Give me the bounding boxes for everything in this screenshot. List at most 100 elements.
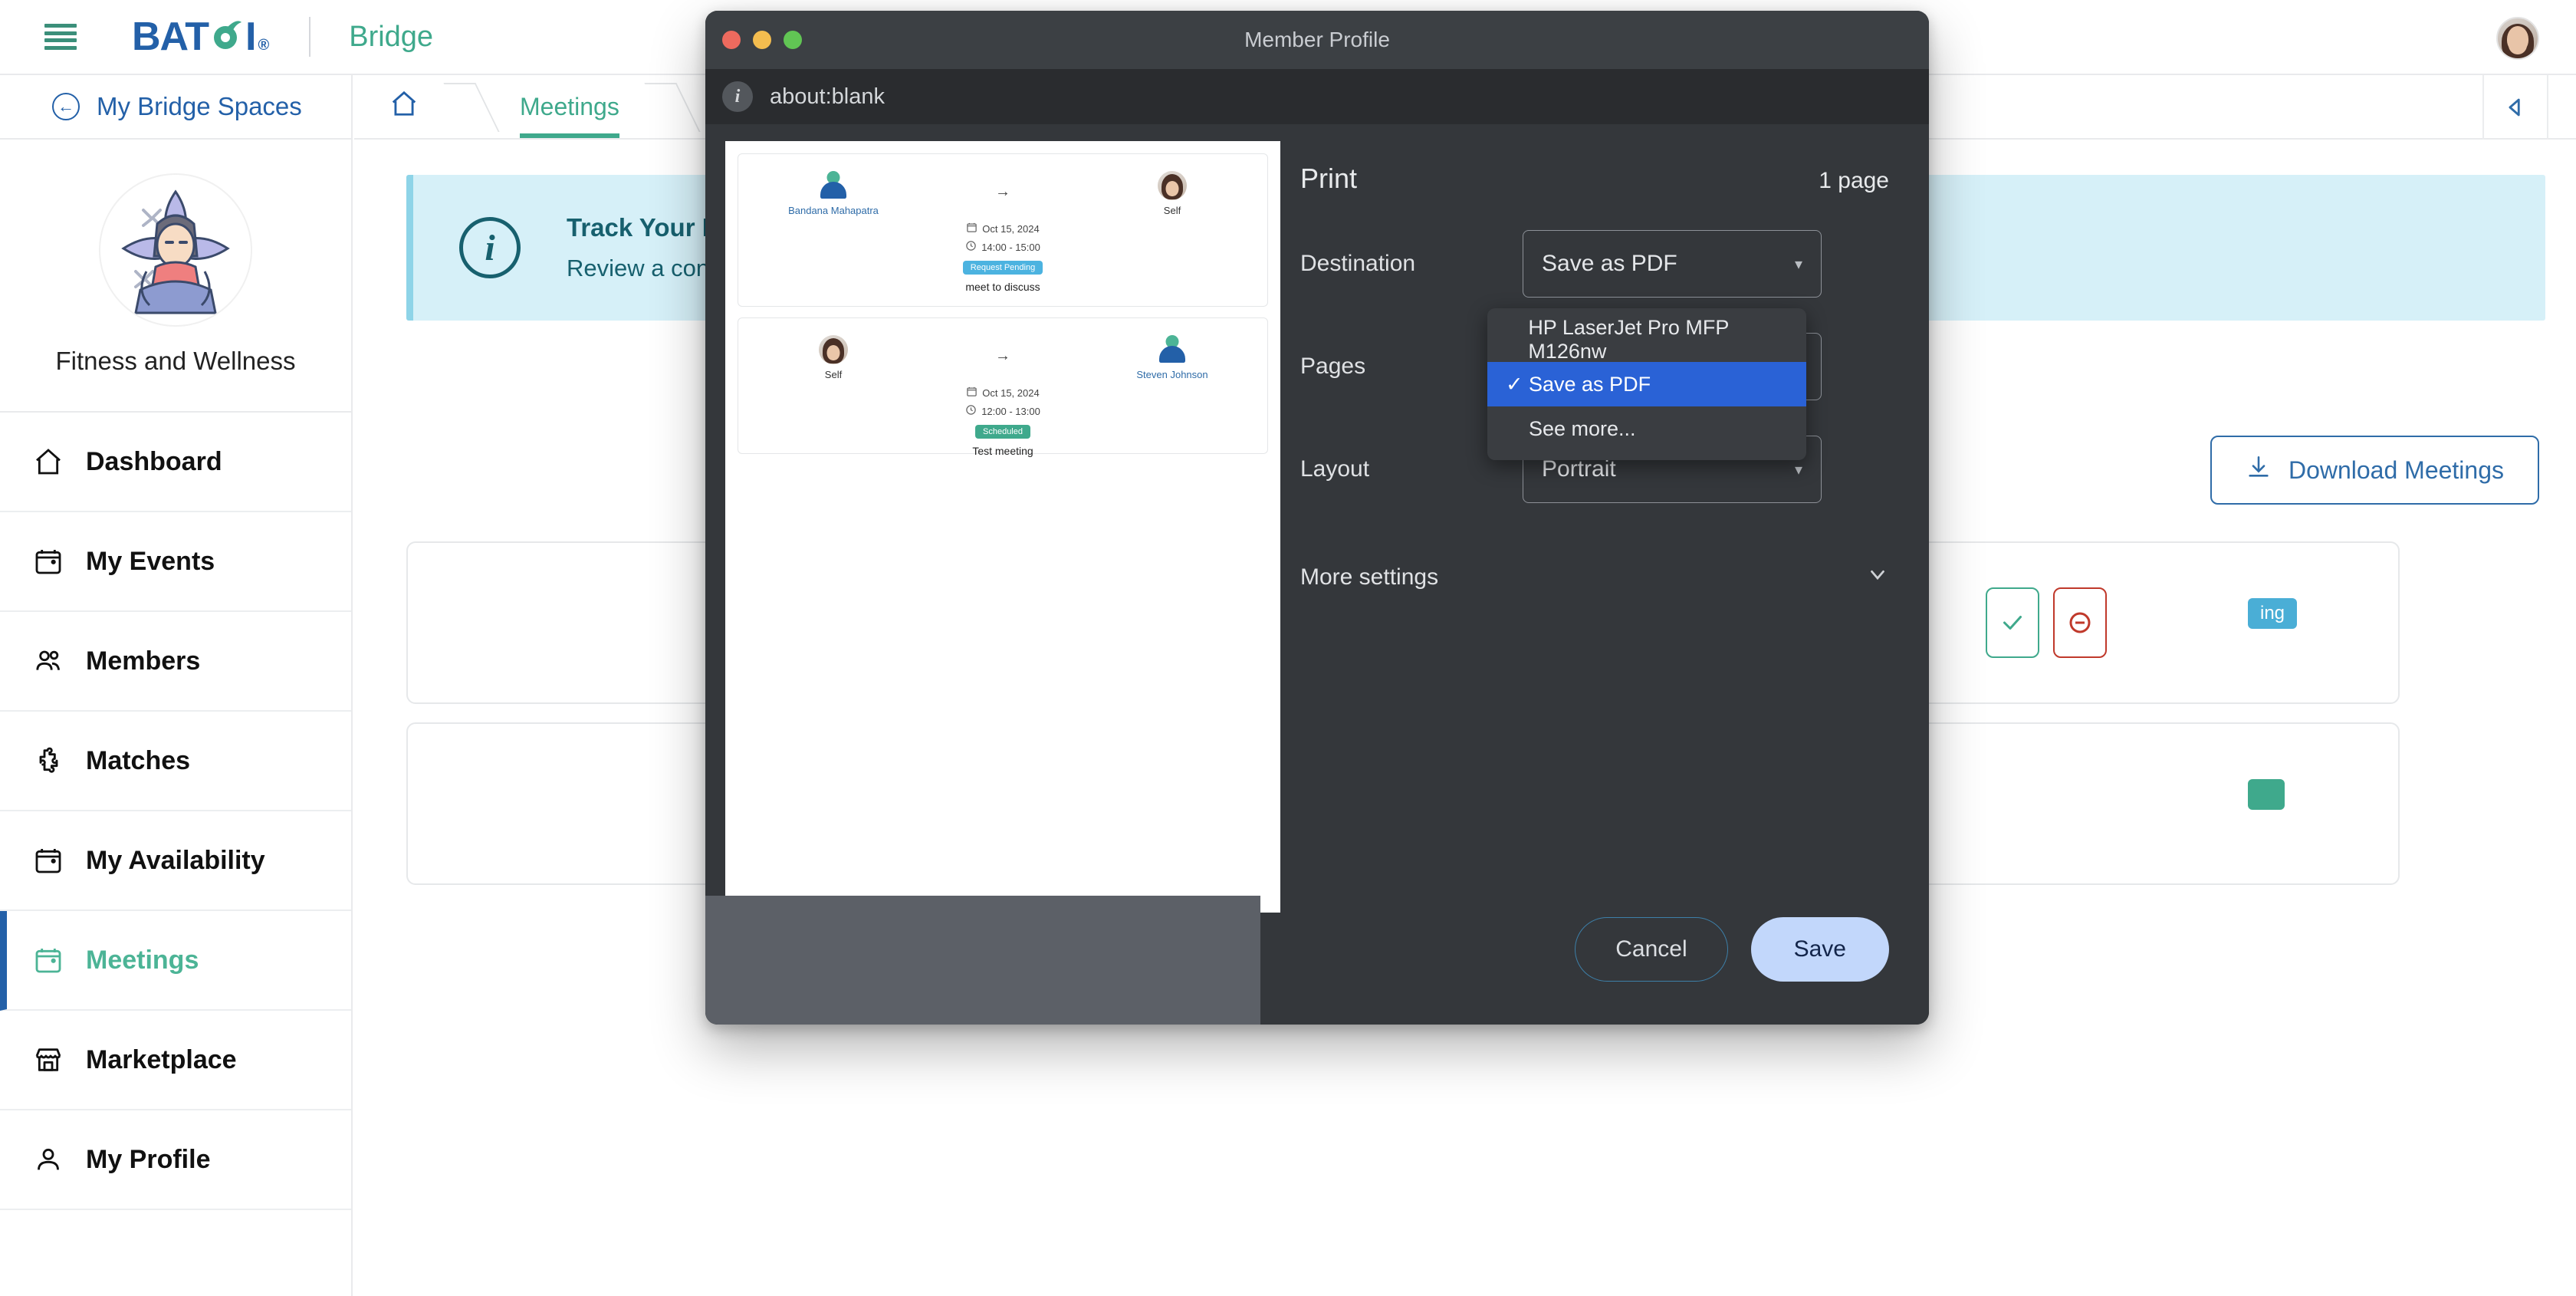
to-avatar xyxy=(1111,335,1234,364)
from-avatar xyxy=(772,171,895,200)
home-icon xyxy=(389,89,419,124)
to-name: Steven Johnson xyxy=(1136,369,1208,380)
breadcrumb-separator xyxy=(454,75,485,138)
to-name: Self xyxy=(1163,205,1181,216)
dialog-actions: Cancel Save xyxy=(1575,917,1889,982)
check-icon[interactable] xyxy=(1986,587,2039,658)
sidebar-item-my-availability[interactable]: My Availability xyxy=(0,811,351,911)
cancel-button[interactable]: Cancel xyxy=(1575,917,1728,982)
calendar-icon xyxy=(966,386,978,400)
puzzle-icon xyxy=(28,745,69,776)
destination-option-label: HP LaserJet Pro MFP M126nw xyxy=(1528,316,1729,363)
calendar-icon xyxy=(28,845,69,876)
preview-footer xyxy=(705,896,1260,1025)
print-preview-pane: Bandana Mahapatra → Self Oct 15, 2024 14:00 … xyxy=(705,124,1280,1025)
destination-option-label: Save as PDF xyxy=(1529,372,1651,396)
sidebar-item-label: My Events xyxy=(86,546,215,576)
meeting-time: 12:00 - 13:00 xyxy=(981,405,1040,417)
status-badge: Request Pending xyxy=(962,261,1043,275)
chevron-down-icon: ▾ xyxy=(1794,461,1802,479)
minimize-icon[interactable] xyxy=(753,31,771,49)
meeting-note: Test meeting xyxy=(972,445,1033,457)
sidebar-item-my-events[interactable]: My Events xyxy=(0,512,351,612)
logo-leaf-icon xyxy=(209,16,245,50)
back-to-bridge-spaces[interactable]: ← My Bridge Spaces xyxy=(0,75,351,140)
registered-mark: ® xyxy=(258,37,270,54)
minus-circle-icon[interactable] xyxy=(2053,587,2107,658)
save-button[interactable]: Save xyxy=(1750,917,1889,982)
from-name: Bandana Mahapatra xyxy=(788,205,879,216)
status-badge: Scheduled xyxy=(975,425,1030,439)
close-icon[interactable] xyxy=(722,31,741,49)
traffic-lights xyxy=(722,31,802,49)
divider xyxy=(309,17,311,57)
banner-title: Track Your E xyxy=(567,213,719,242)
meeting-date: Oct 15, 2024 xyxy=(982,386,1040,399)
sidebar-item-members[interactable]: Members xyxy=(0,612,351,712)
space-name: Fitness and Wellness xyxy=(55,347,296,375)
print-title: Print xyxy=(1300,163,1358,194)
triangle-left-icon[interactable] xyxy=(2482,75,2548,140)
destination-option-label: See more... xyxy=(1529,416,1636,440)
arrow-left-circle-icon: ← xyxy=(52,93,80,120)
status-badge xyxy=(2248,779,2285,810)
destination-select[interactable]: Save as PDF ▾ xyxy=(1523,230,1822,298)
to-avatar xyxy=(1111,171,1234,200)
sidebar-item-label: My Availability xyxy=(86,845,265,875)
arrow-right-icon: → xyxy=(995,183,1010,200)
from-avatar xyxy=(772,335,895,364)
destination-label: Destination xyxy=(1300,251,1416,276)
download-meetings-button[interactable]: Download Meetings xyxy=(2210,436,2539,505)
home-icon xyxy=(28,446,69,477)
breadcrumb-home[interactable] xyxy=(354,75,454,138)
sidebar-item-meetings[interactable]: Meetings xyxy=(0,911,351,1011)
person-icon xyxy=(28,1144,69,1175)
back-label: My Bridge Spaces xyxy=(97,92,302,120)
download-meetings-label: Download Meetings xyxy=(2288,456,2504,484)
info-circle-icon: i xyxy=(459,217,521,278)
status-badge: ing xyxy=(2248,598,2298,629)
sidebar-nav: Dashboard My Events Members Matches My Avail… xyxy=(0,413,351,1210)
breadcrumb-separator xyxy=(655,75,685,138)
from-name: Self xyxy=(824,369,843,380)
storefront-icon xyxy=(28,1044,69,1075)
destination-option[interactable]: ✓ Save as PDF xyxy=(1487,362,1806,406)
clock-icon xyxy=(965,404,977,418)
space-header: Fitness and Wellness xyxy=(0,140,351,413)
calendar-icon xyxy=(966,222,978,235)
more-settings-toggle[interactable]: More settings xyxy=(1260,563,1929,592)
destination-option[interactable]: See more... xyxy=(1487,406,1806,451)
users-icon xyxy=(28,646,69,676)
destination-row: Destination Save as PDF ▾ xyxy=(1260,230,1929,298)
row-actions xyxy=(1986,587,2107,658)
sidebar-item-my-profile[interactable]: My Profile xyxy=(0,1110,351,1210)
avatar[interactable] xyxy=(2496,17,2539,60)
meeting-date: Oct 15, 2024 xyxy=(982,222,1040,235)
tab-meetings[interactable]: Meetings xyxy=(485,75,655,138)
url-bar[interactable]: i about:blank xyxy=(705,69,1929,124)
browser-window: Member Profile i about:blank Bandana Mah… xyxy=(705,11,1929,1025)
sidebar-item-matches[interactable]: Matches xyxy=(0,712,351,811)
maximize-icon[interactable] xyxy=(784,31,802,49)
destination-option[interactable]: HP LaserJet Pro MFP M126nw xyxy=(1487,316,1806,363)
hamburger-icon[interactable] xyxy=(44,24,77,50)
sidebar-item-label: Dashboard xyxy=(86,446,222,476)
page-count: 1 page xyxy=(1819,168,1889,193)
sidebar: ← My Bridge Spaces Fitness and Wellness … xyxy=(0,75,353,1296)
chevron-down-icon: ▾ xyxy=(1794,255,1802,273)
check-icon: ✓ xyxy=(1506,372,1523,396)
preview-meeting-card: Self → Steven Johnson Oct 15, 2024 12:00 - 1… xyxy=(738,317,1268,457)
download-icon xyxy=(2246,454,2272,486)
banner-subtitle: Review a con xyxy=(567,255,710,281)
product-label: Bridge xyxy=(349,20,434,53)
sidebar-item-label: Meetings xyxy=(86,945,199,975)
url-text: about:blank xyxy=(770,84,885,109)
yoga-meditation-avatar xyxy=(100,175,251,325)
layout-label: Layout xyxy=(1300,456,1370,482)
layout-value: Portrait xyxy=(1542,456,1616,482)
sidebar-item-marketplace[interactable]: Marketplace xyxy=(0,1011,351,1110)
arrow-right-icon: → xyxy=(995,347,1010,364)
batoi-logo: BAT I ® xyxy=(132,14,269,60)
sidebar-item-dashboard[interactable]: Dashboard xyxy=(0,413,351,512)
print-settings-pane: Print 1 page Destination Save as PDF ▾ P… xyxy=(1260,124,1929,1025)
